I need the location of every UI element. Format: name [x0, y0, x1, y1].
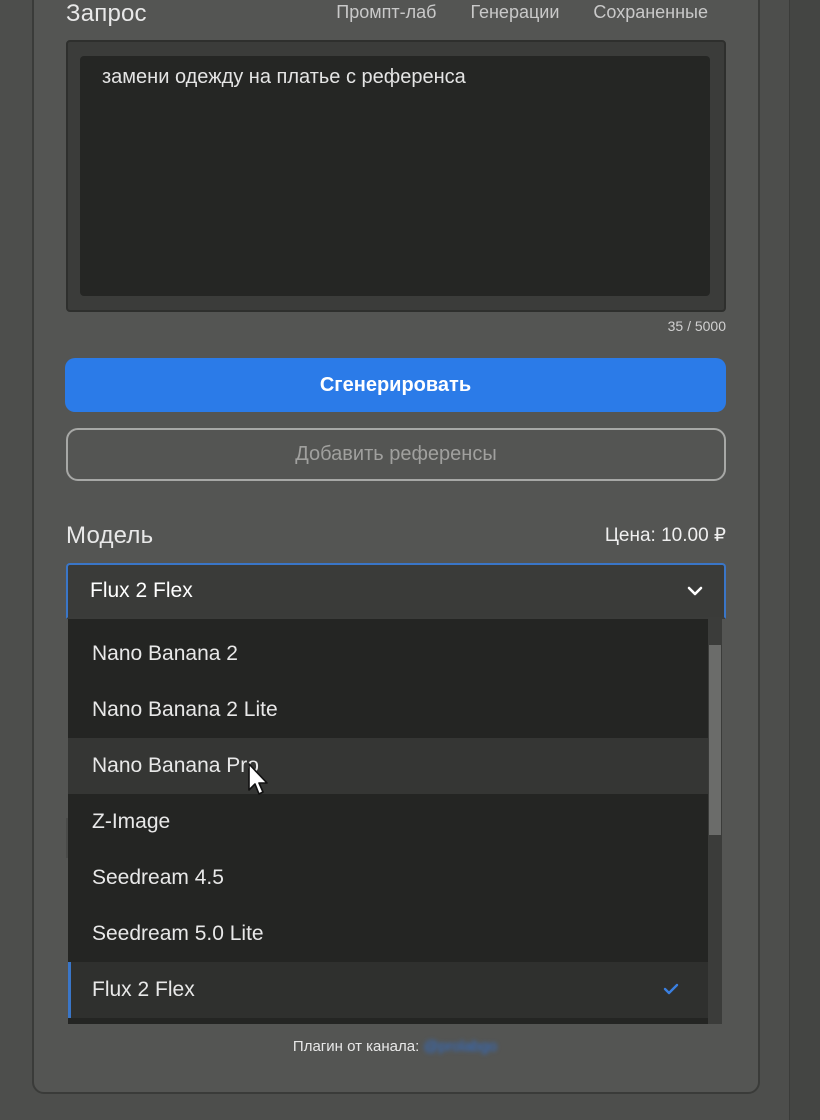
add-references-button[interactable]: Добавить референсы: [66, 428, 726, 481]
tab-saved[interactable]: Сохраненные: [593, 2, 708, 23]
footer-credit: Плагин от канала: @prolabgo: [0, 1038, 790, 1055]
model-option[interactable]: Nano Banana Pro: [68, 738, 708, 794]
char-counter: 35 / 5000: [667, 318, 726, 334]
model-option[interactable]: Seedream 5.0 Lite: [68, 906, 708, 962]
tab-generations[interactable]: Генерации: [470, 2, 559, 23]
model-dropdown: Nano Banana 2 Nano Banana 2 Lite Nano Bana…: [68, 619, 722, 1024]
model-select[interactable]: Flux 2 Flex: [66, 563, 726, 619]
model-option[interactable]: Flux 2 Flex: [68, 962, 708, 1018]
model-option-list: Nano Banana 2 Nano Banana 2 Lite Nano Bana…: [68, 626, 708, 1018]
generate-button[interactable]: Сгенерировать: [65, 358, 726, 412]
tab-bar: Промпт-лаб Генерации Сохраненные: [336, 2, 708, 23]
model-option-label: Nano Banana 2: [92, 642, 238, 665]
channel-link[interactable]: @prolabgo: [423, 1038, 497, 1055]
price-label: Цена: 10.00 ₽: [604, 525, 726, 546]
checkmark-icon: [663, 983, 679, 995]
prompt-textarea[interactable]: замени одежду на платье с референса: [80, 56, 710, 296]
scrollbar-thumb[interactable]: [709, 645, 721, 835]
model-option[interactable]: Nano Banana 2: [68, 626, 708, 682]
model-option-label: Seedream 4.5: [92, 866, 224, 889]
model-title: Модель: [66, 522, 154, 549]
mouse-cursor-icon: [248, 763, 268, 795]
prompt-title: Запрос: [66, 0, 147, 27]
model-option-label: Nano Banana Pro: [92, 754, 259, 777]
tab-prompt-lab[interactable]: Промпт-лаб: [336, 2, 436, 23]
model-option[interactable]: Seedream 4.5: [68, 850, 708, 906]
model-option[interactable]: Z-Image: [68, 794, 708, 850]
model-option-label: Flux 2 Flex: [92, 978, 195, 1001]
model-option-label: Nano Banana 2 Lite: [92, 698, 278, 721]
footer-text: Плагин от канала:: [292, 1038, 420, 1055]
model-select-value: Flux 2 Flex: [90, 579, 193, 602]
window-edge: [789, 0, 820, 1120]
model-option-label: Z-Image: [92, 810, 171, 833]
chevron-down-icon: [687, 586, 703, 596]
model-option-label: Seedream 5.0 Lite: [92, 922, 264, 945]
model-option[interactable]: Nano Banana 2 Lite: [68, 682, 708, 738]
dropdown-scrollbar[interactable]: [708, 619, 722, 1024]
